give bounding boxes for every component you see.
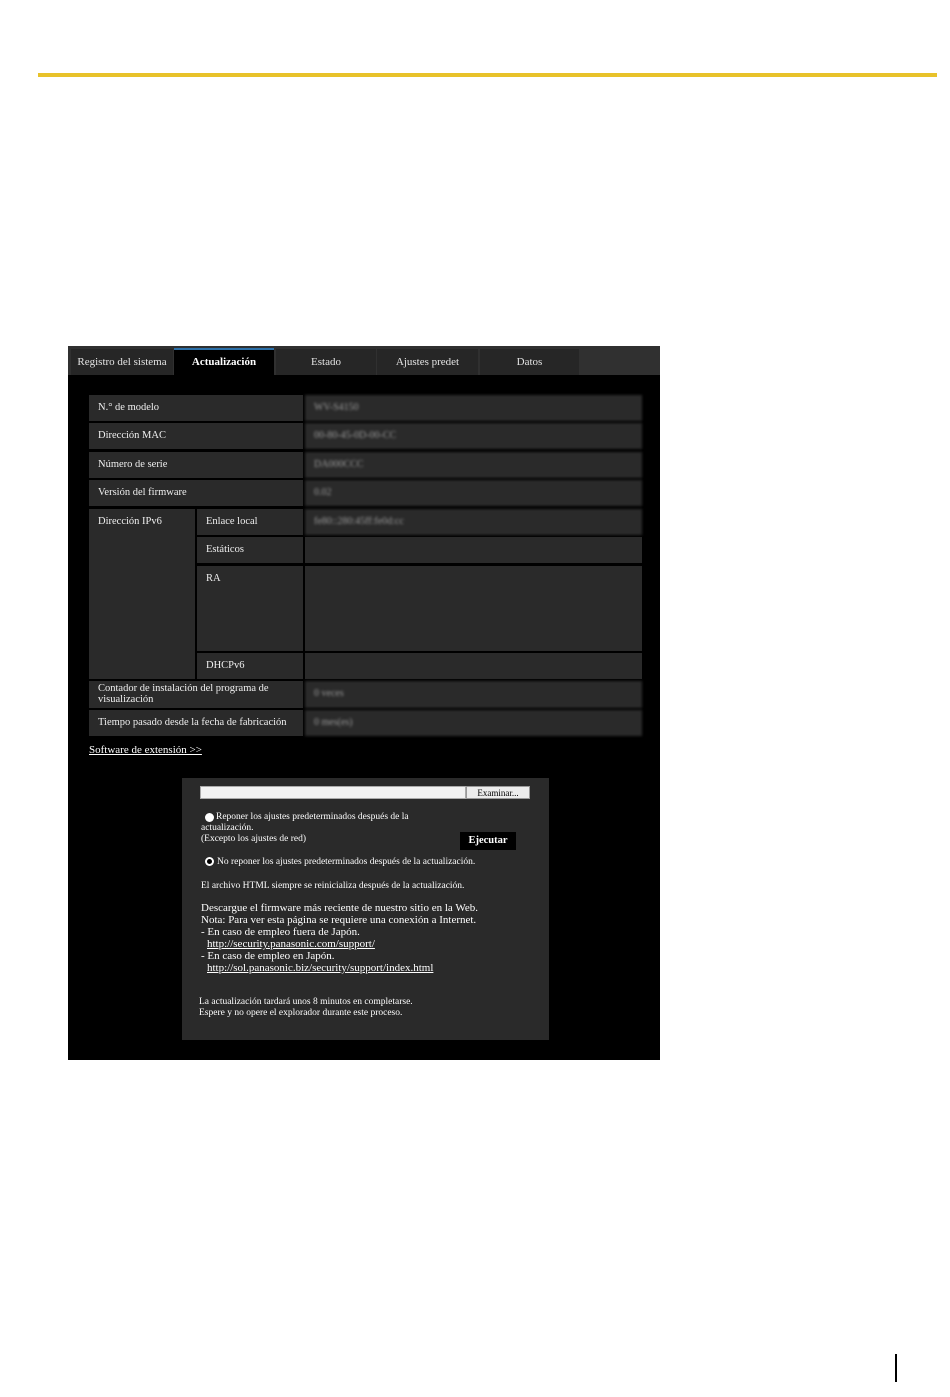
- elapsed-time-value: 0 mes(es): [305, 710, 642, 736]
- internet-note: Nota: Para ver esta página se requiere u…: [201, 914, 477, 926]
- html-reset-note: El archivo HTML siempre se reinicializa …: [201, 881, 465, 891]
- firmware-file-input[interactable]: [200, 786, 466, 799]
- elapsed-time-label: Tiempo pasado desde la fecha de fabricac…: [89, 710, 303, 736]
- japan-link[interactable]: http://sol.panasonic.biz/security/suppor…: [207, 962, 433, 975]
- dhcpv6-label: DHCPv6: [197, 653, 303, 679]
- ra-label: RA: [197, 566, 303, 651]
- download-note: Descargue el firmware más reciente de nu…: [201, 902, 478, 914]
- tab-bar: Registro del sistema Actualización Estad…: [68, 346, 660, 375]
- outside-japan-label: - En caso de empleo fuera de Japón.: [201, 926, 360, 938]
- link-local-label: Enlace local: [197, 509, 303, 535]
- execute-button[interactable]: Ejecutar: [460, 832, 516, 850]
- header-rule: [38, 73, 937, 77]
- reset-after-upgrade-radio[interactable]: [205, 813, 214, 822]
- wait-note: Espere y no opere el explorador durante …: [199, 1008, 403, 1018]
- reset-option-line3: (Excepto los ajustes de red): [201, 834, 306, 844]
- serial-label: Número de serie: [89, 452, 303, 478]
- japan-label: - En caso de empleo en Japón.: [201, 950, 335, 962]
- firmware-value: 0.02: [305, 480, 642, 506]
- tab-data[interactable]: Datos: [480, 349, 579, 375]
- extension-software-link[interactable]: Software de extensión >>: [89, 744, 202, 756]
- page-number-divider: [895, 1354, 897, 1382]
- no-reset-radio[interactable]: [205, 857, 214, 866]
- reset-option-line1: Reponer los ajustes predeterminados desp…: [216, 812, 409, 822]
- viewer-counter-label: Contador de instalación del programa de …: [89, 681, 303, 708]
- no-reset-option: No reponer los ajustes predeterminados d…: [217, 857, 476, 867]
- model-label: N.° de modelo: [89, 395, 303, 421]
- firmware-label: Versión del firmware: [89, 480, 303, 506]
- ipv6-label: Dirección IPv6: [89, 509, 195, 679]
- upgrade-panel: Examinar... Reponer los ajustes predeter…: [182, 778, 549, 1040]
- dhcpv6-value: [305, 653, 642, 679]
- serial-value: DA000CCC: [305, 452, 642, 478]
- tab-upgrade[interactable]: Actualización: [174, 348, 274, 375]
- static-value: [305, 537, 642, 563]
- ra-value: [305, 566, 642, 651]
- mac-value: 00-80-45-0D-00-CC: [305, 423, 642, 449]
- tab-system-log[interactable]: Registro del sistema: [71, 349, 173, 375]
- model-value: WV-S4150: [305, 395, 642, 421]
- static-label: Estáticos: [197, 537, 303, 563]
- duration-note: La actualización tardará unos 8 minutos …: [199, 997, 413, 1007]
- tab-default-reset[interactable]: Ajustes predet: [377, 349, 478, 375]
- link-local-value: fe80::280:45ff:fe0d:cc: [305, 509, 642, 535]
- camera-maintenance-screenshot: Registro del sistema Actualización Estad…: [68, 346, 660, 1060]
- reset-option-line2: actualización.: [201, 823, 254, 833]
- browse-button[interactable]: Examinar...: [466, 786, 530, 799]
- mac-label: Dirección MAC: [89, 423, 303, 449]
- tab-status[interactable]: Estado: [276, 349, 376, 375]
- viewer-counter-value: 0 veces: [305, 681, 642, 708]
- outside-japan-link[interactable]: http://security.panasonic.com/support/: [207, 938, 375, 951]
